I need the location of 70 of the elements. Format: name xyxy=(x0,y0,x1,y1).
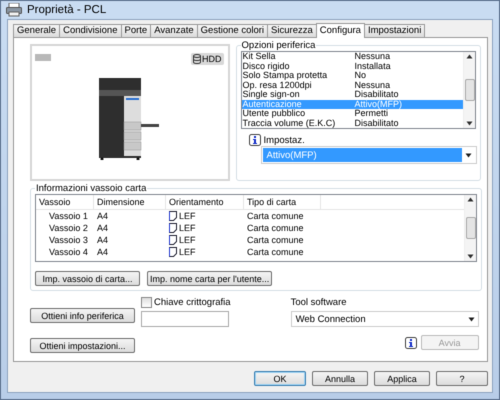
page-icon xyxy=(169,235,177,245)
tab[interactable]: Gestione colori xyxy=(196,24,268,37)
column-header[interactable]: Tipo di carta xyxy=(244,195,321,209)
column-header[interactable]: Orientamento xyxy=(166,195,244,209)
option-row[interactable]: Op. resa 1200dpi Nessuna xyxy=(242,80,463,90)
scroll-thumb[interactable] xyxy=(464,79,474,101)
table-cell-text: Vassoio 2 xyxy=(48,222,89,234)
table-cell: LEF xyxy=(179,246,196,258)
tab[interactable]: Condivisione xyxy=(59,24,122,37)
group-title: Opzioni periferica xyxy=(240,40,316,51)
table-cell-text: Vassoio 3 xyxy=(48,234,89,246)
table-cell-text: Carta comune xyxy=(246,210,305,222)
dialog-button[interactable]: OK xyxy=(254,371,306,386)
option-row[interactable]: Solo Stampa protetta No xyxy=(242,71,463,80)
scroll-arrow-icon[interactable] xyxy=(467,254,474,259)
checkbox-label: Chiave crittografia xyxy=(154,297,231,308)
option-row[interactable]: Kit Sella Nessuna xyxy=(242,52,463,62)
table-cell: LEF xyxy=(179,210,196,222)
table-cell-text: Carta comune xyxy=(246,222,305,234)
dialog-button[interactable]: ? xyxy=(436,371,488,386)
table-cell-text: A4 xyxy=(96,222,110,234)
window-title: Proprietà - PCL xyxy=(27,4,106,16)
table-cell-text: Carta comune xyxy=(246,246,305,258)
scroll-arrow-icon[interactable] xyxy=(467,197,474,202)
dialog-button[interactable]: Applica xyxy=(374,371,430,386)
column-header[interactable]: Dimensione xyxy=(94,195,166,209)
info-icon xyxy=(248,134,261,146)
table-cell-text: Carta comune xyxy=(246,234,305,246)
caret-icon xyxy=(465,152,472,158)
tab[interactable]: Avanzate xyxy=(150,24,198,37)
option-row[interactable]: Disco rigido Installata xyxy=(242,62,463,71)
setting-label: Impostaz. xyxy=(264,134,305,146)
table-cell-text: A4 xyxy=(96,234,110,246)
table-cell-text: A4 xyxy=(96,246,110,258)
table-cell: LEF xyxy=(179,234,196,246)
column-header[interactable]: Vassoio xyxy=(36,195,94,209)
hdd-badge: HDD xyxy=(191,53,224,65)
printer-icon xyxy=(6,3,22,17)
input-field[interactable] xyxy=(141,311,229,327)
paper-name-button[interactable]: Imp. nome carta per l'utente... xyxy=(147,271,272,286)
table-cell-text: Vassoio 4 xyxy=(48,246,89,258)
page-icon xyxy=(169,223,177,233)
field-label: Tool software xyxy=(290,297,348,308)
dialog-button[interactable]: Annulla xyxy=(312,371,368,386)
tab[interactable]: Generale xyxy=(13,24,60,37)
scrollbar[interactable] xyxy=(463,52,475,128)
checkbox[interactable] xyxy=(141,297,152,308)
tab[interactable]: Porte xyxy=(120,24,152,37)
table-cell-text: A4 xyxy=(96,210,110,222)
tray-settings-button[interactable]: Imp. vassoio di carta... xyxy=(35,271,140,286)
group-title: Informazioni vassoio carta xyxy=(35,183,148,194)
scroll-thumb[interactable] xyxy=(466,217,476,239)
info-icon xyxy=(404,336,417,348)
scroll-arrow-icon[interactable] xyxy=(466,121,473,126)
option-row[interactable]: Utente pubblico Permetti xyxy=(242,109,463,118)
scroll-arrow-icon[interactable] xyxy=(466,54,473,59)
option-row[interactable]: Traccia volume (E.K.C) Disabilitato xyxy=(242,118,463,128)
page-icon xyxy=(169,247,177,257)
device-info-button[interactable]: Ottieni info periferica xyxy=(30,308,135,323)
page-icon xyxy=(169,211,177,221)
option-row[interactable]: Single sign-on Disabilitato xyxy=(242,90,463,100)
tab[interactable]: Sicurezza xyxy=(267,24,317,37)
get-settings-button[interactable]: Ottieni impostazioni... xyxy=(30,338,135,353)
tab[interactable]: Impostazioni xyxy=(364,24,426,37)
table-cell: LEF xyxy=(179,222,196,234)
tab[interactable]: Configura xyxy=(316,23,365,38)
tool-dropdown[interactable]: Web Connection xyxy=(290,311,479,327)
scrollbar[interactable] xyxy=(464,195,476,261)
caret-icon xyxy=(468,316,475,322)
table-cell-text: Vassoio 1 xyxy=(48,210,89,222)
